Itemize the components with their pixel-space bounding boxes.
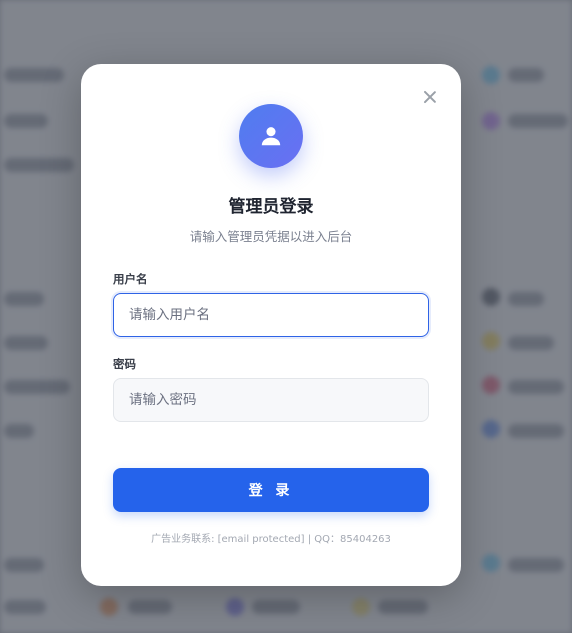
- admin-login-dialog: 管理员登录 请输入管理员凭据以进入后台 用户名 密码 登 录 广告业务联系: […: [81, 64, 461, 586]
- user-icon: [261, 127, 281, 146]
- username-label: 用户名: [113, 272, 148, 286]
- dialog-title: 管理员登录: [228, 197, 314, 217]
- password-label: 密码: [113, 357, 136, 371]
- login-button[interactable]: 登 录: [113, 468, 429, 512]
- password-input[interactable]: [113, 378, 429, 422]
- ad-contact-text: 广告业务联系: [email protected] | QQ：85404263: [151, 534, 391, 545]
- avatar: [239, 104, 303, 168]
- dialog-subtitle: 请输入管理员凭据以进入后台: [189, 229, 353, 244]
- close-icon[interactable]: [421, 88, 439, 106]
- username-input[interactable]: [113, 293, 429, 337]
